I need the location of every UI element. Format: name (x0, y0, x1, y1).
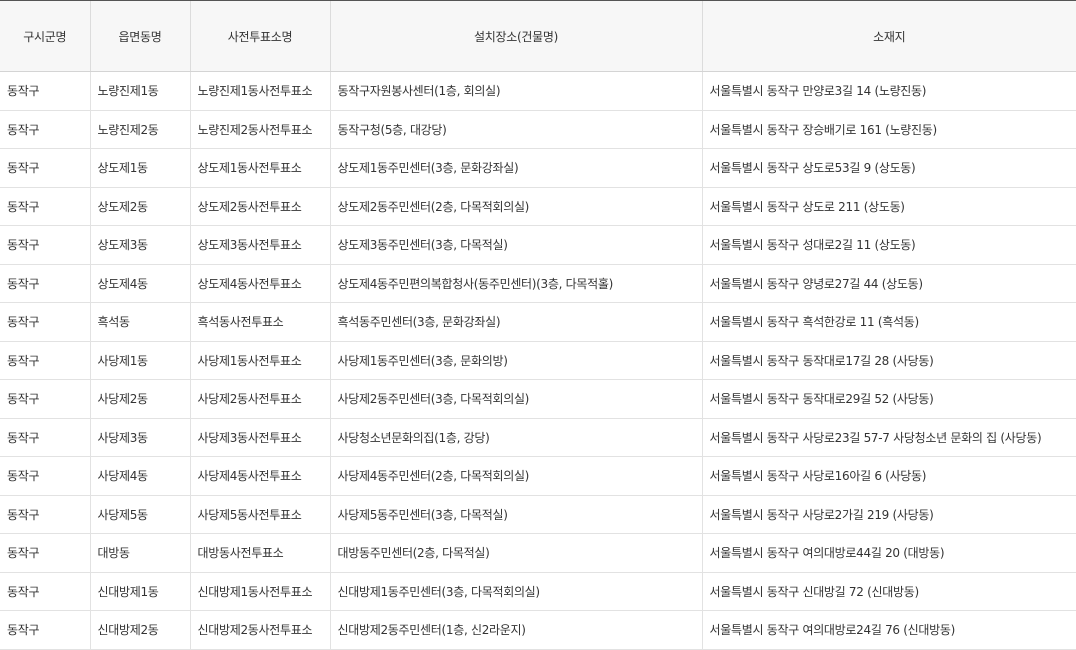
header-row: 구시군명 읍면동명 사전투표소명 설치장소(건물명) 소재지 (0, 0, 1076, 72)
table-row: 동작구 대방동 대방동사전투표소 대방동주민센터(2층, 다목적실) 서울특별시 동작구… (0, 533, 1076, 573)
station-name-cell: 사당제5동사전투표소 (189, 495, 330, 534)
address-cell: 서울특별시 동작구 여의대방로24길 76 (신대방동) (701, 610, 1076, 650)
district-cell: 동작구 (0, 572, 90, 611)
location-cell: 사당제5동주민센터(3층, 다목적실) (329, 495, 702, 534)
address-cell: 서울특별시 동작구 사당로23길 57-7 사당청소년 문화의 집 (사당동) (701, 418, 1076, 457)
address-cell: 서울특별시 동작구 동작대로17길 28 (사당동) (701, 341, 1076, 380)
table-body: 동작구 노량진제1동 노량진제1동사전투표소 동작구자원봉사센터(1층, 회의실) 서울… (0, 71, 1076, 650)
location-cell: 상도제4동주민편의복합청사(동주민센터)(3층, 다목적홀) (329, 264, 702, 303)
location-cell: 사당제1동주민센터(3층, 문화의방) (329, 341, 702, 380)
address-cell: 서울특별시 동작구 성대로2길 11 (상도동) (701, 225, 1076, 265)
header-district: 구시군명 (0, 0, 90, 72)
location-cell: 사당청소년문화의집(1층, 강당) (329, 418, 702, 457)
station-name-cell: 사당제3동사전투표소 (189, 418, 330, 457)
header-station-name: 사전투표소명 (189, 0, 330, 72)
district-cell: 동작구 (0, 302, 90, 342)
location-cell: 사당제2동주민센터(3층, 다목적회의실) (329, 379, 702, 419)
table-row: 동작구 상도제1동 상도제1동사전투표소 상도제1동주민센터(3층, 문화강좌실) 서울… (0, 148, 1076, 188)
dong-cell: 상도제4동 (89, 264, 190, 303)
district-cell: 동작구 (0, 610, 90, 650)
dong-cell: 상도제1동 (89, 148, 190, 188)
header-dong: 읍면동명 (89, 0, 190, 72)
location-cell: 신대방제2동주민센터(1층, 신2라운지) (329, 610, 702, 650)
district-cell: 동작구 (0, 456, 90, 496)
station-name-cell: 상도제2동사전투표소 (189, 187, 330, 226)
header-location: 설치장소(건물명) (329, 0, 702, 72)
district-cell: 동작구 (0, 379, 90, 419)
station-name-cell: 상도제3동사전투표소 (189, 225, 330, 265)
dong-cell: 흑석동 (89, 302, 190, 342)
dong-cell: 사당제4동 (89, 456, 190, 496)
address-cell: 서울특별시 동작구 양녕로27길 44 (상도동) (701, 264, 1076, 303)
table-row: 동작구 노량진제2동 노량진제2동사전투표소 동작구청(5층, 대강당) 서울특별시 동… (0, 110, 1076, 149)
station-name-cell: 노량진제1동사전투표소 (189, 71, 330, 111)
location-cell: 대방동주민센터(2층, 다목적실) (329, 533, 702, 573)
location-cell: 상도제2동주민센터(2층, 다목적회의실) (329, 187, 702, 226)
dong-cell: 신대방제1동 (89, 572, 190, 611)
station-name-cell: 사당제1동사전투표소 (189, 341, 330, 380)
dong-cell: 대방동 (89, 533, 190, 573)
district-cell: 동작구 (0, 225, 90, 265)
table-row: 동작구 사당제2동 사당제2동사전투표소 사당제2동주민센터(3층, 다목적회의실) 서… (0, 379, 1076, 419)
address-cell: 서울특별시 동작구 여의대방로44길 20 (대방동) (701, 533, 1076, 573)
dong-cell: 신대방제2동 (89, 610, 190, 650)
table-row: 동작구 신대방제2동 신대방제2동사전투표소 신대방제2동주민센터(1층, 신2라운지… (0, 610, 1076, 650)
address-cell: 서울특별시 동작구 동작대로29길 52 (사당동) (701, 379, 1076, 419)
table-row: 동작구 상도제3동 상도제3동사전투표소 상도제3동주민센터(3층, 다목적실) 서울특… (0, 225, 1076, 265)
location-cell: 사당제4동주민센터(2층, 다목적회의실) (329, 456, 702, 496)
location-cell: 동작구자원봉사센터(1층, 회의실) (329, 71, 702, 111)
address-cell: 서울특별시 동작구 상도로53길 9 (상도동) (701, 148, 1076, 188)
station-name-cell: 신대방제1동사전투표소 (189, 572, 330, 611)
location-cell: 신대방제1동주민센터(3층, 다목적회의실) (329, 572, 702, 611)
district-cell: 동작구 (0, 264, 90, 303)
table-row: 동작구 상도제2동 상도제2동사전투표소 상도제2동주민센터(2층, 다목적회의실) 서… (0, 187, 1076, 226)
station-name-cell: 상도제4동사전투표소 (189, 264, 330, 303)
table-row: 동작구 사당제1동 사당제1동사전투표소 사당제1동주민센터(3층, 문화의방) 서울특… (0, 341, 1076, 380)
district-cell: 동작구 (0, 71, 90, 111)
station-name-cell: 상도제1동사전투표소 (189, 148, 330, 188)
dong-cell: 사당제3동 (89, 418, 190, 457)
address-cell: 서울특별시 동작구 신대방길 72 (신대방동) (701, 572, 1076, 611)
station-name-cell: 노량진제2동사전투표소 (189, 110, 330, 149)
dong-cell: 상도제2동 (89, 187, 190, 226)
district-cell: 동작구 (0, 533, 90, 573)
table-row: 동작구 사당제4동 사당제4동사전투표소 사당제4동주민센터(2층, 다목적회의실) 서… (0, 456, 1076, 496)
table-row: 동작구 흑석동 흑석동사전투표소 흑석동주민센터(3층, 문화강좌실) 서울특별시 동작… (0, 302, 1076, 342)
location-cell: 상도제1동주민센터(3층, 문화강좌실) (329, 148, 702, 188)
address-cell: 서울특별시 동작구 장승배기로 161 (노량진동) (701, 110, 1076, 149)
table-header: 구시군명 읍면동명 사전투표소명 설치장소(건물명) 소재지 (0, 0, 1076, 72)
table-row: 동작구 상도제4동 상도제4동사전투표소 상도제4동주민편의복합청사(동주민센터)(3… (0, 264, 1076, 303)
address-cell: 서울특별시 동작구 사당로16아길 6 (사당동) (701, 456, 1076, 496)
dong-cell: 노량진제2동 (89, 110, 190, 149)
dong-cell: 사당제1동 (89, 341, 190, 380)
address-cell: 서울특별시 동작구 흑석한강로 11 (흑석동) (701, 302, 1076, 342)
header-address: 소재지 (701, 0, 1076, 72)
district-cell: 동작구 (0, 495, 90, 534)
address-cell: 서울특별시 동작구 만양로3길 14 (노량진동) (701, 71, 1076, 111)
station-name-cell: 사당제2동사전투표소 (189, 379, 330, 419)
station-name-cell: 신대방제2동사전투표소 (189, 610, 330, 650)
location-cell: 상도제3동주민센터(3층, 다목적실) (329, 225, 702, 265)
station-name-cell: 대방동사전투표소 (189, 533, 330, 573)
location-cell: 흑석동주민센터(3층, 문화강좌실) (329, 302, 702, 342)
dong-cell: 노량진제1동 (89, 71, 190, 111)
dong-cell: 상도제3동 (89, 225, 190, 265)
polling-stations-table: 구시군명 읍면동명 사전투표소명 설치장소(건물명) 소재지 동작구 노량진제1동… (0, 0, 1076, 650)
district-cell: 동작구 (0, 187, 90, 226)
district-cell: 동작구 (0, 341, 90, 380)
station-name-cell: 흑석동사전투표소 (189, 302, 330, 342)
station-name-cell: 사당제4동사전투표소 (189, 456, 330, 496)
table-row: 동작구 사당제3동 사당제3동사전투표소 사당청소년문화의집(1층, 강당) 서울특별시… (0, 418, 1076, 457)
dong-cell: 사당제2동 (89, 379, 190, 419)
district-cell: 동작구 (0, 148, 90, 188)
district-cell: 동작구 (0, 418, 90, 457)
address-cell: 서울특별시 동작구 사당로2가길 219 (사당동) (701, 495, 1076, 534)
address-cell: 서울특별시 동작구 상도로 211 (상도동) (701, 187, 1076, 226)
table-row: 동작구 신대방제1동 신대방제1동사전투표소 신대방제1동주민센터(3층, 다목적회의… (0, 572, 1076, 611)
table-row: 동작구 노량진제1동 노량진제1동사전투표소 동작구자원봉사센터(1층, 회의실) 서울… (0, 71, 1076, 111)
dong-cell: 사당제5동 (89, 495, 190, 534)
location-cell: 동작구청(5층, 대강당) (329, 110, 702, 149)
table-row: 동작구 사당제5동 사당제5동사전투표소 사당제5동주민센터(3층, 다목적실) 서울특… (0, 495, 1076, 534)
district-cell: 동작구 (0, 110, 90, 149)
